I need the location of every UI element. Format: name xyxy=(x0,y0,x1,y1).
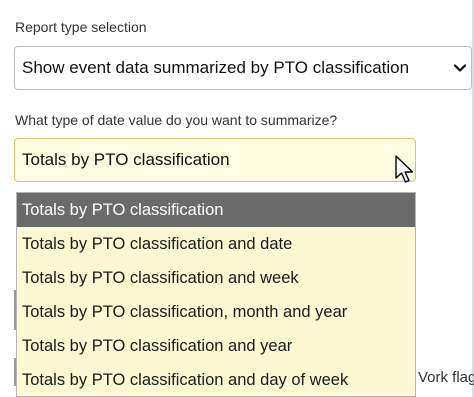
dropdown-option[interactable]: Totals by PTO classification and week xyxy=(17,261,415,295)
work-flag-label-partial: Vork flag xyxy=(418,369,474,386)
dropdown-option[interactable]: Totals by PTO classification and year xyxy=(17,329,415,363)
date-value-select[interactable]: Totals by PTO classification xyxy=(14,138,416,182)
dropdown-option[interactable]: Totals by PTO classification, month and … xyxy=(17,295,415,329)
date-value-current: Totals by PTO classification xyxy=(22,150,230,169)
date-value-label: What type of date value do you want to s… xyxy=(15,112,338,128)
dropdown-option[interactable]: Totals by PTO classification xyxy=(17,193,415,227)
report-type-label: Report type selection xyxy=(15,19,147,35)
report-type-select[interactable]: Show event data summarized by PTO classi… xyxy=(14,46,472,90)
report-type-value: Show event data summarized by PTO classi… xyxy=(22,58,410,77)
chevron-down-icon xyxy=(453,64,467,72)
dropdown-option[interactable]: Totals by PTO classification and day of … xyxy=(17,363,415,396)
report-settings-panel: Report type selection Show event data su… xyxy=(0,0,474,397)
mouse-cursor-icon xyxy=(395,155,414,183)
dropdown-option[interactable]: Totals by PTO classification and date xyxy=(17,227,415,261)
date-value-dropdown-list[interactable]: Totals by PTO classification Totals by P… xyxy=(16,192,416,397)
